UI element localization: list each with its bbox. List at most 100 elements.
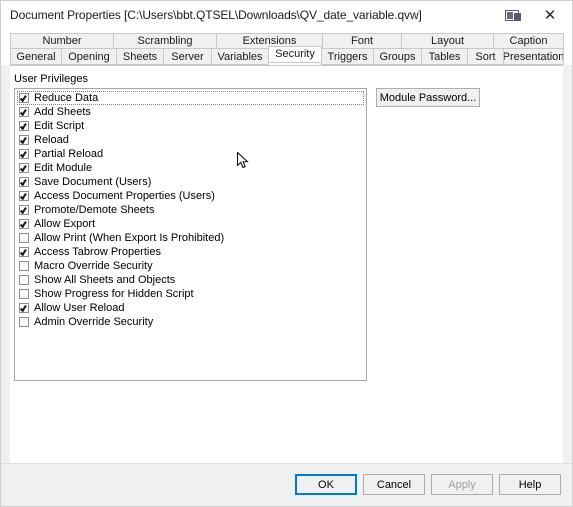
privilege-label: Admin Override Security xyxy=(34,316,154,328)
tab-label: Triggers xyxy=(327,50,368,63)
tab-general[interactable]: General xyxy=(10,48,62,65)
tab-label: General xyxy=(16,50,56,63)
cancel-button[interactable]: Cancel xyxy=(363,474,425,495)
privilege-row[interactable]: Allow User Reload xyxy=(15,301,366,315)
user-privileges-label: User Privileges xyxy=(14,73,88,85)
security-tab-page: User Privileges Reduce Data Add Sheets Edi… xyxy=(10,65,563,463)
tab-scrambling[interactable]: Scrambling xyxy=(113,33,217,48)
checkbox-checked-icon[interactable] xyxy=(19,121,29,131)
close-icon: ✕ xyxy=(543,5,557,24)
user-privileges-list[interactable]: Reduce Data Add Sheets Edit Script Reload Pa… xyxy=(14,88,367,381)
checkbox-checked-icon[interactable] xyxy=(19,163,29,173)
privilege-label: Allow Export xyxy=(34,218,96,230)
privilege-label: Show Progress for Hidden Script xyxy=(34,288,194,300)
privilege-row[interactable]: Reload xyxy=(15,133,366,147)
privilege-label: Promote/Demote Sheets xyxy=(34,204,155,216)
privilege-row[interactable]: Access Tabrow Properties xyxy=(15,245,366,259)
title-bar: Document Properties [C:\Users\bbt.QTSEL\… xyxy=(1,1,572,29)
tab-variables[interactable]: Variables xyxy=(211,48,269,65)
tab-tables[interactable]: Tables xyxy=(421,48,468,65)
tab-sheets[interactable]: Sheets xyxy=(116,48,164,65)
privilege-row[interactable]: Edit Script xyxy=(15,119,366,133)
checkbox-unchecked-icon[interactable] xyxy=(19,261,29,271)
checkbox-checked-icon[interactable] xyxy=(19,107,29,117)
document-properties-dialog: Document Properties [C:\Users\bbt.QTSEL\… xyxy=(0,0,573,507)
tab-label: Scrambling xyxy=(137,35,193,47)
checkbox-checked-icon[interactable] xyxy=(19,93,29,103)
tab-label: Opening xyxy=(68,50,110,63)
privilege-label: Allow Print (When Export Is Prohibited) xyxy=(34,232,225,244)
tab-label: Presentation xyxy=(503,50,564,63)
checkbox-unchecked-icon[interactable] xyxy=(19,233,29,243)
tab-label: Sheets xyxy=(122,50,158,63)
tab-row-lower: General Opening Sheets Server Variables … xyxy=(10,46,564,65)
privilege-row[interactable]: Access Document Properties (Users) xyxy=(15,189,366,203)
privilege-row[interactable]: Partial Reload xyxy=(15,147,366,161)
apply-button: Apply xyxy=(431,474,493,495)
tab-label: Caption xyxy=(509,35,548,47)
title-bar-buttons: ✕ xyxy=(496,1,572,29)
tab-number[interactable]: Number xyxy=(10,33,114,48)
privilege-label: Allow User Reload xyxy=(34,302,125,314)
checkbox-checked-icon[interactable] xyxy=(19,219,29,229)
privilege-row[interactable]: Edit Module xyxy=(15,161,366,175)
tab-label: Font xyxy=(350,35,373,47)
tab-font[interactable]: Font xyxy=(322,33,402,48)
tab-triggers[interactable]: Triggers xyxy=(321,48,374,65)
checkbox-unchecked-icon[interactable] xyxy=(19,275,29,285)
privilege-label: Show All Sheets and Objects xyxy=(34,274,176,286)
window-title: Document Properties [C:\Users\bbt.QTSEL\… xyxy=(10,8,422,22)
tab-label: Sort xyxy=(475,50,496,63)
module-password-button[interactable]: Module Password... xyxy=(376,88,480,107)
privilege-row[interactable]: Admin Override Security xyxy=(15,315,366,329)
tab-groups[interactable]: Groups xyxy=(373,48,422,65)
tab-label: Security xyxy=(275,48,315,60)
context-help-button[interactable] xyxy=(496,1,528,29)
checkbox-checked-icon[interactable] xyxy=(19,303,29,313)
privilege-label: Access Tabrow Properties xyxy=(34,246,161,258)
tab-opening[interactable]: Opening xyxy=(61,48,117,65)
tab-label: Layout xyxy=(430,35,465,47)
privilege-label: Add Sheets xyxy=(34,106,91,118)
help-button[interactable]: Help xyxy=(499,474,561,495)
ok-button[interactable]: OK xyxy=(295,474,357,495)
privilege-row[interactable]: Add Sheets xyxy=(15,105,366,119)
privilege-row[interactable]: Show All Sheets and Objects xyxy=(15,273,366,287)
checkbox-unchecked-icon[interactable] xyxy=(19,317,29,327)
tab-presentation[interactable]: Presentation xyxy=(503,48,564,65)
tab-label: Groups xyxy=(379,50,416,63)
checkbox-checked-icon[interactable] xyxy=(19,135,29,145)
checkbox-unchecked-icon[interactable] xyxy=(19,289,29,299)
tab-label: Server xyxy=(171,50,204,63)
tab-security[interactable]: Security xyxy=(268,46,322,63)
privilege-row[interactable]: Reduce Data xyxy=(15,91,366,105)
privilege-label: Reload xyxy=(34,134,69,146)
privilege-label: Access Document Properties (Users) xyxy=(34,190,215,202)
tab-sort[interactable]: Sort xyxy=(467,48,504,65)
checkbox-checked-icon[interactable] xyxy=(19,247,29,257)
tab-caption[interactable]: Caption xyxy=(493,33,564,48)
checkbox-checked-icon[interactable] xyxy=(19,149,29,159)
privilege-row[interactable]: Save Document (Users) xyxy=(15,175,366,189)
checkbox-checked-icon[interactable] xyxy=(19,177,29,187)
checkbox-checked-icon[interactable] xyxy=(19,191,29,201)
checkbox-checked-icon[interactable] xyxy=(19,205,29,215)
tab-label: Variables xyxy=(217,50,263,63)
privilege-row[interactable]: Promote/Demote Sheets xyxy=(15,203,366,217)
tab-label: Tables xyxy=(428,50,461,63)
privilege-row[interactable]: Macro Override Security xyxy=(15,259,366,273)
privilege-label: Macro Override Security xyxy=(34,260,153,272)
privilege-label: Save Document (Users) xyxy=(34,176,152,188)
tab-label: Number xyxy=(42,35,82,47)
tab-layout[interactable]: Layout xyxy=(401,33,494,48)
context-help-icon xyxy=(505,9,521,21)
dialog-footer: OK Cancel Apply Help xyxy=(1,463,572,506)
privilege-row[interactable]: Allow Print (When Export Is Prohibited) xyxy=(15,231,366,245)
privilege-row[interactable]: Allow Export xyxy=(15,217,366,231)
privilege-label: Edit Module xyxy=(34,162,93,174)
privilege-row[interactable]: Show Progress for Hidden Script xyxy=(15,287,366,301)
tab-server[interactable]: Server xyxy=(163,48,212,65)
close-button[interactable]: ✕ xyxy=(528,1,572,29)
tab-strip: Number Scrambling Extensions Font Layout… xyxy=(1,29,572,65)
dialog-buttons: OK Cancel Apply Help xyxy=(295,474,561,495)
